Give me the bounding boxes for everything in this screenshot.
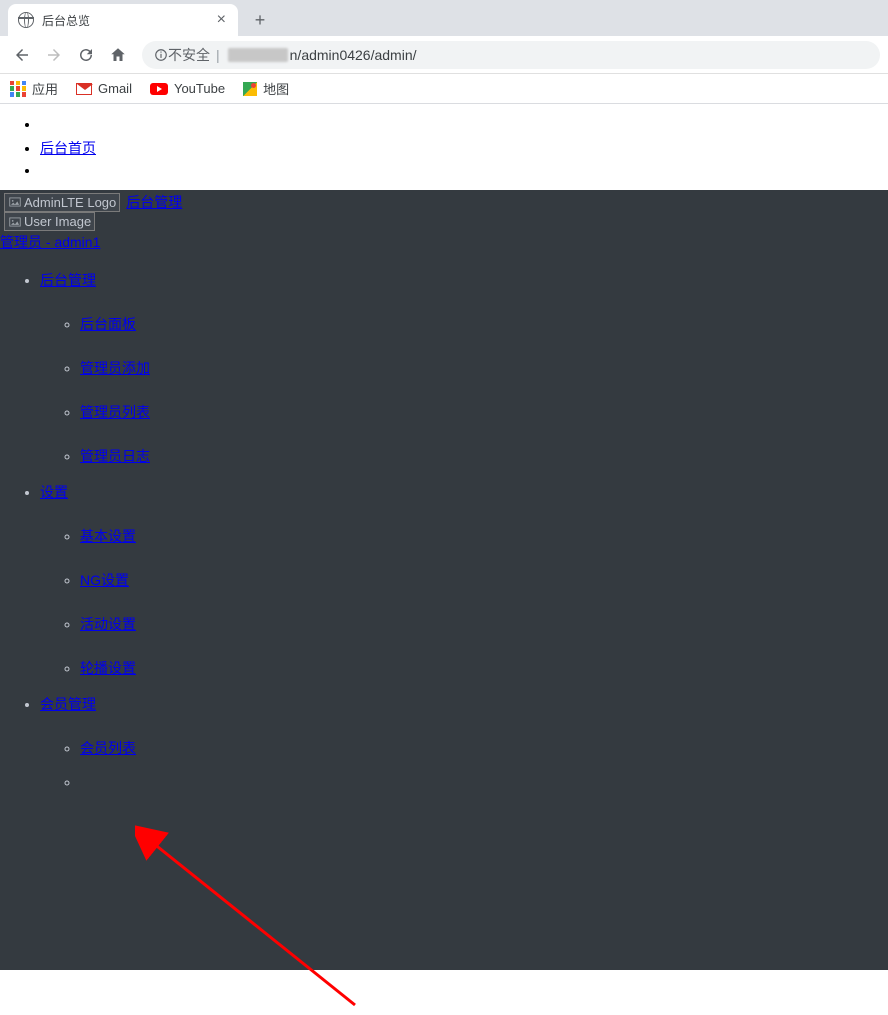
youtube-icon bbox=[150, 83, 168, 95]
bookmark-youtube[interactable]: YouTube bbox=[150, 81, 225, 96]
nav-admin-add[interactable]: 管理员添加 bbox=[80, 358, 888, 378]
address-separator: | bbox=[216, 47, 220, 63]
nav-item: 活动设置 bbox=[80, 614, 888, 634]
bookmark-apps-label: 应用 bbox=[32, 79, 58, 98]
back-button[interactable] bbox=[8, 41, 36, 69]
nav-item: 管理员添加 bbox=[80, 358, 888, 378]
globe-icon bbox=[18, 12, 34, 28]
nav-home-link[interactable]: 后台首页 bbox=[40, 140, 96, 156]
nav-category-members-link[interactable]: 会员管理 bbox=[40, 696, 96, 712]
page-header-white: 后台首页 bbox=[0, 104, 888, 190]
nav-carousel-settings[interactable]: 轮播设置 bbox=[80, 658, 888, 678]
annotation-arrow bbox=[135, 825, 365, 1015]
browser-toolbar: 不安全 | n/admin0426/admin/ bbox=[0, 36, 888, 74]
nav-admin-panel[interactable]: 后台面板 bbox=[80, 314, 888, 334]
nav-member-list[interactable]: 会员列表 bbox=[80, 738, 888, 758]
nav-category-members: 会员管理 会员列表 bbox=[40, 694, 888, 790]
browser-chrome: 后台总览 × + 不安全 | n/admin0426/admin/ bbox=[0, 0, 888, 104]
user-image-alt: User Image bbox=[24, 214, 91, 229]
gmail-icon bbox=[76, 83, 92, 95]
nav-admin-list[interactable]: 管理员列表 bbox=[80, 402, 888, 422]
home-button[interactable] bbox=[104, 41, 132, 69]
sidebar-nav: 后台管理 后台面板 管理员添加 管理员列表 管理员日志 设置 基本设置 NG设置… bbox=[0, 254, 888, 790]
nav-item: 基本设置 bbox=[80, 526, 888, 546]
tab-bar: 后台总览 × + bbox=[0, 0, 888, 36]
brand-row: AdminLTE Logo 后台管理 bbox=[0, 192, 888, 212]
nav-item: 管理员日志 bbox=[80, 446, 888, 466]
bookmark-maps[interactable]: 地图 bbox=[243, 79, 289, 98]
info-icon bbox=[154, 48, 168, 62]
user-image-placeholder: User Image bbox=[4, 212, 95, 231]
nav-admin-log[interactable]: 管理员日志 bbox=[80, 446, 888, 466]
tab-title: 后台总览 bbox=[42, 12, 215, 29]
nav-item: 轮播设置 bbox=[80, 658, 888, 678]
bookmarks-bar: 应用 Gmail YouTube 地图 bbox=[0, 74, 888, 104]
new-tab-button[interactable]: + bbox=[246, 6, 274, 34]
nav-activity-settings[interactable]: 活动设置 bbox=[80, 614, 888, 634]
nav-category-settings-link[interactable]: 设置 bbox=[40, 484, 68, 500]
security-label: 不安全 bbox=[168, 45, 210, 65]
bookmark-gmail[interactable]: Gmail bbox=[76, 81, 132, 96]
browser-tab[interactable]: 后台总览 × bbox=[8, 4, 238, 36]
list-item-empty bbox=[40, 116, 888, 134]
bookmark-apps[interactable]: 应用 bbox=[10, 79, 58, 98]
nav-item: 后台面板 bbox=[80, 314, 888, 334]
user-row: User Image bbox=[0, 212, 888, 232]
close-icon[interactable]: × bbox=[215, 12, 228, 28]
bookmark-youtube-label: YouTube bbox=[174, 81, 225, 96]
logo-alt-text: AdminLTE Logo bbox=[24, 195, 116, 210]
nav-category-settings: 设置 基本设置 NG设置 活动设置 轮播设置 bbox=[40, 482, 888, 678]
nav-item: NG设置 bbox=[80, 570, 888, 590]
bookmark-gmail-label: Gmail bbox=[98, 81, 132, 96]
nav-item: 管理员列表 bbox=[80, 402, 888, 422]
nav-basic-settings[interactable]: 基本设置 bbox=[80, 526, 888, 546]
logo-placeholder: AdminLTE Logo bbox=[4, 193, 120, 212]
nav-item bbox=[80, 774, 888, 790]
brand-link[interactable]: 后台管理 bbox=[126, 192, 182, 212]
address-host-blur bbox=[228, 48, 288, 62]
list-item-empty bbox=[40, 162, 888, 180]
nav-item: 会员列表 bbox=[80, 738, 888, 758]
nav-ng-settings[interactable]: NG设置 bbox=[80, 570, 888, 590]
apps-icon bbox=[10, 81, 26, 97]
reload-button[interactable] bbox=[72, 41, 100, 69]
forward-button[interactable] bbox=[40, 41, 68, 69]
address-path: n/admin0426/admin/ bbox=[290, 47, 417, 63]
list-item: 后台首页 bbox=[40, 138, 888, 158]
maps-icon bbox=[243, 82, 257, 96]
address-bar[interactable]: 不安全 | n/admin0426/admin/ bbox=[142, 41, 880, 69]
nav-category-admin-link[interactable]: 后台管理 bbox=[40, 272, 96, 288]
nav-category-admin: 后台管理 后台面板 管理员添加 管理员列表 管理员日志 bbox=[40, 270, 888, 466]
user-profile-link[interactable]: 管理员 - admin1 bbox=[0, 232, 888, 254]
bookmark-maps-label: 地图 bbox=[263, 79, 289, 98]
sidebar-dark: AdminLTE Logo 后台管理 User Image 管理员 - admi… bbox=[0, 190, 888, 970]
